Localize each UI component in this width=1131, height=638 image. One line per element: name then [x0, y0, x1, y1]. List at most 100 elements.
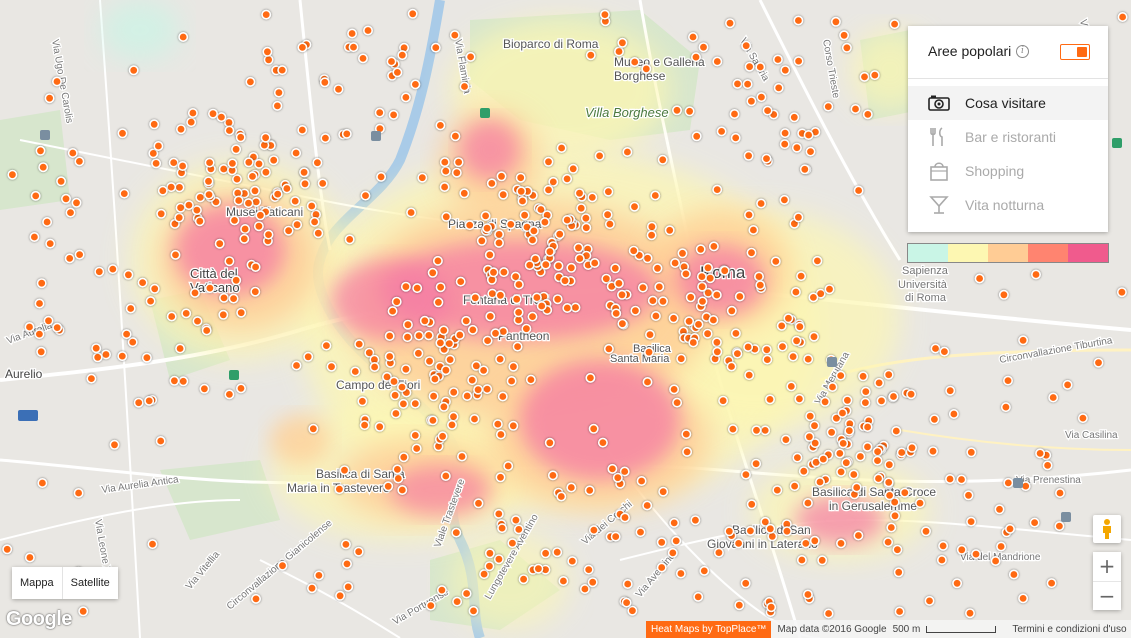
poi-marker[interactable] — [862, 421, 873, 432]
poi-marker[interactable] — [588, 423, 599, 434]
poi-marker[interactable] — [392, 464, 403, 475]
poi-marker[interactable] — [357, 53, 368, 64]
poi-marker[interactable] — [128, 65, 139, 76]
poi-marker[interactable] — [793, 56, 804, 67]
poi-marker[interactable] — [169, 375, 180, 386]
poi-marker[interactable] — [906, 442, 917, 453]
poi-marker[interactable] — [299, 178, 310, 189]
poi-marker[interactable] — [478, 365, 489, 376]
poi-marker[interactable] — [334, 484, 345, 495]
poi-marker[interactable] — [889, 19, 900, 30]
poi-marker[interactable] — [297, 42, 308, 53]
poi-marker[interactable] — [272, 189, 283, 200]
poi-marker[interactable] — [36, 346, 47, 357]
poi-marker[interactable] — [616, 289, 627, 300]
poi-marker[interactable] — [693, 591, 704, 602]
poi-marker[interactable] — [473, 498, 484, 509]
poi-marker[interactable] — [628, 245, 639, 256]
poi-marker[interactable] — [602, 209, 613, 220]
poi-marker[interactable] — [874, 377, 885, 388]
poi-marker[interactable] — [400, 92, 411, 103]
poi-marker[interactable] — [273, 87, 284, 98]
poi-marker[interactable] — [178, 31, 189, 42]
info-icon[interactable]: i — [1016, 45, 1029, 58]
poi-marker[interactable] — [427, 415, 438, 426]
poi-marker[interactable] — [805, 146, 816, 157]
poi-marker[interactable] — [740, 469, 751, 480]
poi-marker[interactable] — [144, 395, 155, 406]
poi-marker[interactable] — [51, 76, 62, 87]
poi-marker[interactable] — [291, 148, 302, 159]
poi-marker[interactable] — [402, 319, 413, 330]
poi-marker[interactable] — [528, 225, 539, 236]
poi-marker[interactable] — [803, 354, 814, 365]
poi-marker[interactable] — [109, 439, 120, 450]
poi-marker[interactable] — [376, 171, 387, 182]
poi-marker[interactable] — [809, 535, 820, 546]
poi-marker[interactable] — [347, 28, 358, 39]
poi-marker[interactable] — [630, 305, 641, 316]
poi-marker[interactable] — [133, 397, 144, 408]
poi-marker[interactable] — [291, 360, 302, 371]
poi-marker[interactable] — [260, 132, 271, 143]
poi-marker[interactable] — [166, 182, 177, 193]
poi-marker[interactable] — [419, 315, 430, 326]
poi-marker[interactable] — [480, 210, 491, 221]
poi-marker[interactable] — [402, 332, 413, 343]
poi-marker[interactable] — [190, 287, 201, 298]
poi-marker[interactable] — [438, 325, 449, 336]
poi-marker[interactable] — [604, 219, 615, 230]
poi-marker[interactable] — [844, 425, 855, 436]
poi-marker[interactable] — [746, 96, 757, 107]
poi-marker[interactable] — [730, 328, 741, 339]
poi-marker[interactable] — [263, 54, 274, 65]
poi-marker[interactable] — [52, 322, 63, 333]
poi-marker[interactable] — [742, 79, 753, 90]
poi-marker[interactable] — [473, 384, 484, 395]
poi-marker[interactable] — [838, 438, 849, 449]
poi-marker[interactable] — [841, 42, 852, 53]
poi-marker[interactable] — [448, 411, 459, 422]
poi-marker[interactable] — [817, 555, 828, 566]
poi-marker[interactable] — [952, 578, 963, 589]
poi-marker[interactable] — [944, 473, 955, 484]
poi-marker[interactable] — [445, 354, 456, 365]
poi-marker[interactable] — [374, 421, 385, 432]
poi-marker[interactable] — [488, 267, 499, 278]
poi-marker[interactable] — [493, 508, 504, 519]
poi-marker[interactable] — [353, 546, 364, 557]
poi-marker[interactable] — [627, 605, 638, 616]
poi-marker[interactable] — [383, 481, 394, 492]
poi-marker[interactable] — [439, 157, 450, 168]
poi-marker[interactable] — [823, 608, 834, 619]
poi-marker[interactable] — [411, 443, 422, 454]
poi-marker[interactable] — [175, 343, 186, 354]
poi-marker[interactable] — [450, 131, 461, 142]
poi-marker[interactable] — [344, 234, 355, 245]
poi-marker[interactable] — [558, 575, 569, 586]
poi-marker[interactable] — [357, 396, 368, 407]
poi-marker[interactable] — [175, 202, 186, 213]
poi-marker[interactable] — [585, 50, 596, 61]
poi-marker[interactable] — [690, 52, 701, 63]
poi-marker[interactable] — [493, 554, 504, 565]
poi-marker[interactable] — [390, 408, 401, 419]
poi-marker[interactable] — [668, 313, 679, 324]
poi-marker[interactable] — [860, 386, 871, 397]
poi-marker[interactable] — [64, 253, 75, 264]
poi-marker[interactable] — [117, 351, 128, 362]
poi-marker[interactable] — [292, 219, 303, 230]
poi-marker[interactable] — [117, 128, 128, 139]
poi-marker[interactable] — [424, 356, 435, 367]
poi-marker[interactable] — [945, 385, 956, 396]
poi-marker[interactable] — [341, 128, 352, 139]
poi-marker[interactable] — [219, 292, 230, 303]
poi-marker[interactable] — [38, 162, 49, 173]
poi-marker[interactable] — [74, 156, 85, 167]
poi-marker[interactable] — [743, 341, 754, 352]
poi-marker[interactable] — [884, 459, 895, 470]
poi-marker[interactable] — [343, 581, 354, 592]
poi-marker[interactable] — [772, 485, 783, 496]
poi-marker[interactable] — [914, 498, 925, 509]
poi-marker[interactable] — [65, 207, 76, 218]
